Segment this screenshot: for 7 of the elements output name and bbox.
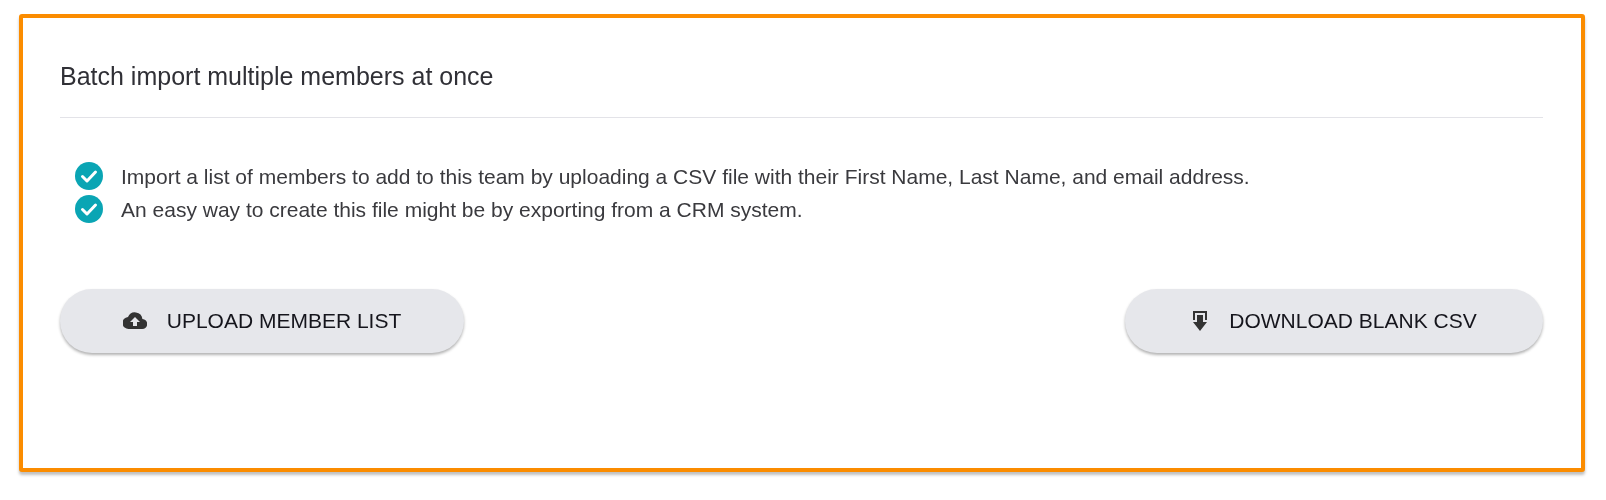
info-text: An easy way to create this file might be by exporting from a CRM system. xyxy=(60,193,1383,226)
upload-button[interactable]: UPLOAD MEMBER LIST xyxy=(60,289,464,353)
download-arrow-icon xyxy=(1191,310,1210,332)
info-text: Import a list of members to add to this team by uploading a CSV file with their First Name, Last Name, and email address. xyxy=(60,160,1383,193)
download-button[interactable]: DOWNLOAD BLANK CSV xyxy=(1125,289,1543,353)
card-title: Batch import multiple members at once xyxy=(60,61,495,92)
cloud-upload-icon xyxy=(122,312,147,330)
